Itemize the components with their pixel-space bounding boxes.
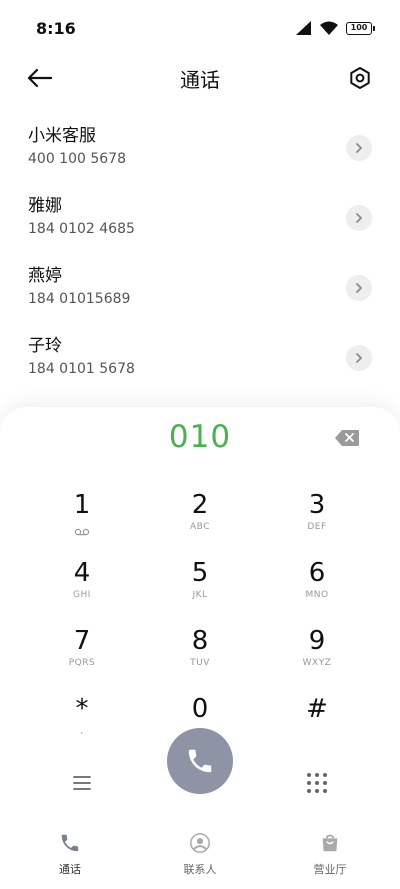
- chevron-right-icon: [356, 143, 362, 153]
- key-4[interactable]: 4 GHI: [22, 557, 142, 617]
- key-star[interactable]: * ,: [22, 693, 142, 753]
- key-digit: *: [75, 694, 89, 724]
- key-letters: DEF: [307, 522, 327, 532]
- back-button[interactable]: [26, 65, 54, 91]
- contact-person-icon: [190, 833, 210, 853]
- key-letters: PQRS: [68, 658, 96, 668]
- shopping-bag-icon: [322, 834, 338, 852]
- nav-tab-calls[interactable]: 通话: [30, 823, 110, 889]
- page-title: 通话: [180, 67, 220, 92]
- key-5[interactable]: 5 JKL: [140, 557, 260, 617]
- header: 通话: [0, 56, 400, 100]
- contact-number: 184 0101 5678: [28, 361, 135, 377]
- contact-list: 小米客服 400 100 5678 雅娜 184 0102 4685 燕婷 18…: [0, 115, 400, 395]
- dialpad-grid-icon: [307, 773, 327, 793]
- contact-details-button[interactable]: [346, 135, 372, 161]
- key-7[interactable]: 7 PQRS: [22, 625, 142, 685]
- key-digit: 0: [191, 694, 209, 724]
- menu-button[interactable]: [70, 773, 94, 793]
- chevron-right-icon: [356, 213, 362, 223]
- status-time: 8:16: [36, 18, 76, 38]
- key-digit: 4: [73, 558, 91, 588]
- contact-details-button[interactable]: [346, 275, 372, 301]
- voicemail-icon: [74, 528, 90, 536]
- chevron-right-icon: [356, 283, 362, 293]
- contact-name: 燕婷: [28, 266, 62, 286]
- phone-tab-icon: [61, 834, 79, 852]
- key-digit: 6: [308, 558, 326, 588]
- key-digit: 9: [308, 626, 326, 656]
- key-digit: 1: [73, 490, 91, 520]
- contact-number: 184 01015689: [28, 291, 131, 307]
- contact-name: 雅娜: [28, 196, 62, 216]
- dialpad-toggle-button[interactable]: [305, 771, 329, 795]
- contact-name: 子玲: [28, 336, 62, 356]
- key-digit: #: [306, 694, 328, 724]
- nav-tab-service-hall[interactable]: 营业厅: [290, 823, 370, 889]
- battery-icon: 100: [346, 21, 375, 35]
- contact-details-button[interactable]: [346, 205, 372, 231]
- status-icons: 100: [296, 21, 375, 35]
- dialpad-sheet: 010 1 2 ABC 3 DEF 4 GHI 5 JKL 6 MNO 7 PQ…: [0, 407, 400, 889]
- contact-item[interactable]: 雅娜 184 0102 4685: [0, 185, 400, 255]
- contact-item[interactable]: 小米客服 400 100 5678: [0, 115, 400, 185]
- battery-level: 100: [350, 23, 368, 32]
- wifi-icon: [320, 21, 338, 35]
- key-digit: 8: [191, 626, 209, 656]
- key-2[interactable]: 2 ABC: [140, 489, 260, 549]
- key-letters: ,: [80, 726, 84, 736]
- key-letters: GHI: [73, 590, 91, 600]
- key-letters: TUV: [190, 658, 210, 668]
- key-letters: MNO: [305, 590, 329, 600]
- contact-name: 小米客服: [28, 126, 96, 146]
- contact-item[interactable]: 子玲 184 0101 5678: [0, 325, 400, 395]
- back-arrow-icon: [27, 68, 52, 88]
- nav-label: 营业厅: [313, 863, 347, 876]
- key-8[interactable]: 8 TUV: [140, 625, 260, 685]
- phone-icon: [188, 749, 212, 773]
- contact-details-button[interactable]: [346, 345, 372, 371]
- call-button[interactable]: [167, 728, 233, 794]
- key-digit: 3: [308, 490, 326, 520]
- chevron-right-icon: [356, 353, 362, 363]
- key-digit: 5: [191, 558, 209, 588]
- contact-number: 400 100 5678: [28, 151, 126, 167]
- key-letters: JKL: [192, 590, 208, 600]
- hamburger-menu-icon: [73, 776, 91, 790]
- backspace-button[interactable]: [334, 429, 360, 449]
- backspace-icon: [335, 430, 359, 446]
- key-9[interactable]: 9 WXYZ: [257, 625, 377, 685]
- key-3[interactable]: 3 DEF: [257, 489, 377, 549]
- nav-label: 通话: [59, 863, 81, 876]
- key-letters: WXYZ: [302, 658, 332, 668]
- key-hash[interactable]: #: [257, 693, 377, 753]
- settings-button[interactable]: [348, 65, 372, 91]
- bottom-nav: 通话 联系人 营业厅: [0, 823, 400, 889]
- key-6[interactable]: 6 MNO: [257, 557, 377, 617]
- key-letters: ABC: [190, 522, 210, 532]
- cellular-signal-icon: [296, 21, 311, 35]
- nav-tab-contacts[interactable]: 联系人: [160, 823, 240, 889]
- key-1[interactable]: 1: [22, 489, 142, 549]
- status-bar: 8:16 100: [0, 0, 400, 56]
- settings-gear-icon: [350, 67, 370, 89]
- key-digit: 2: [191, 490, 209, 520]
- nav-label: 联系人: [183, 863, 217, 876]
- contact-item[interactable]: 燕婷 184 01015689: [0, 255, 400, 325]
- key-digit: 7: [73, 626, 91, 656]
- contact-number: 184 0102 4685: [28, 221, 135, 237]
